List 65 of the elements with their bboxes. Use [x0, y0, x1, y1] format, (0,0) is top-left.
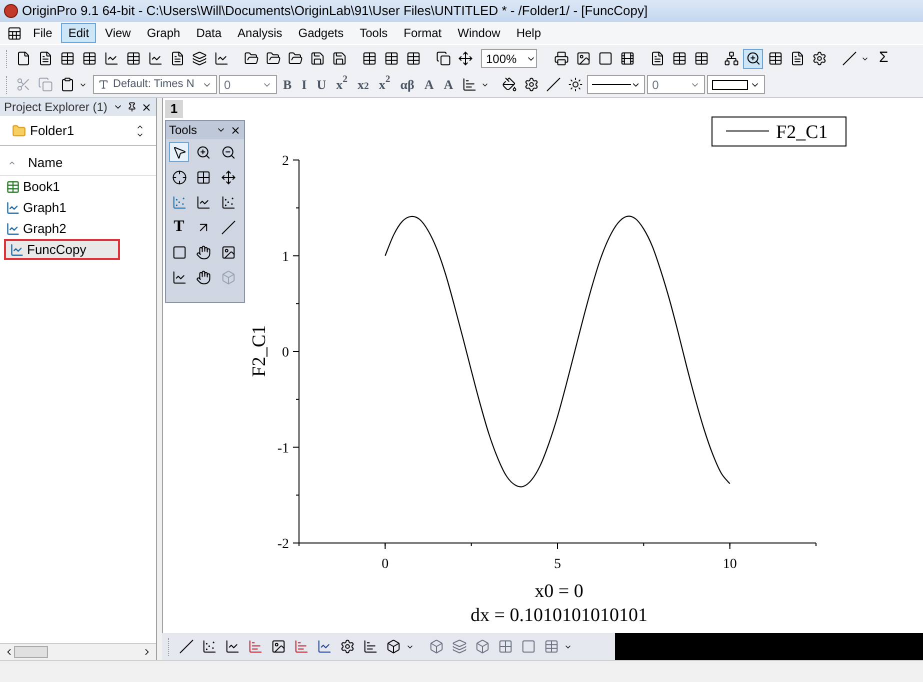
y-tick-label: -2 — [277, 537, 289, 552]
format-button[interactable]: U — [312, 74, 330, 94]
menu-item[interactable]: Graph — [140, 23, 188, 43]
format-button[interactable]: B — [279, 74, 296, 94]
line-width-dropdown[interactable]: 0 — [647, 75, 706, 94]
menu-item[interactable]: Format — [396, 23, 449, 43]
legend-label: F2_C1 — [776, 122, 828, 143]
app-logo-icon — [4, 4, 18, 18]
menu-item[interactable]: Edit — [61, 23, 96, 43]
menu-item[interactable]: Help — [509, 23, 548, 43]
text-tool[interactable]: T — [169, 217, 189, 237]
format-button[interactable]: x$^{2}$ — [332, 74, 352, 94]
pointer-icon[interactable] — [169, 142, 189, 162]
column-header[interactable]: Name — [0, 150, 156, 176]
close-icon[interactable] — [141, 102, 152, 112]
tree-item[interactable]: Folder1 — [30, 120, 74, 140]
project-item[interactable]: Graph1 — [0, 197, 156, 218]
sigma-button[interactable]: Σ — [879, 47, 888, 70]
font-icon — [98, 79, 109, 90]
workbook-icon — [6, 180, 20, 194]
y-tick-label: 1 — [282, 250, 289, 265]
line-style-dropdown[interactable] — [587, 75, 646, 94]
menu-item[interactable]: File — [26, 23, 60, 43]
y-tick-label: -1 — [277, 441, 289, 456]
menu-item[interactable]: Gadgets — [291, 23, 351, 43]
folder-icon — [12, 124, 26, 138]
format-button[interactable]: αβ — [396, 74, 418, 94]
project-item[interactable]: Book1 — [0, 176, 156, 197]
format-button[interactable]: A — [440, 74, 458, 94]
window-title: OriginPro 9.1 64-bit - C:\Users\Will\Documents\OriginLab\91\User Files\UNTITLED * - /Folder1/ - [FuncCopy] — [22, 2, 648, 20]
menu-item[interactable]: Analysis — [230, 23, 290, 43]
close-icon[interactable] — [230, 124, 241, 136]
zoom-icon[interactable] — [743, 48, 763, 68]
pin-icon[interactable] — [127, 102, 137, 112]
project-item[interactable]: Graph2 — [0, 218, 156, 239]
panel-title: Project Explorer (1) — [4, 99, 108, 116]
y-tick-label: 0 — [282, 346, 289, 360]
x-axis-title: dx = 0.1010101010101 — [470, 605, 648, 626]
menu-item[interactable]: Data — [189, 23, 229, 43]
menu-item[interactable]: View — [98, 23, 138, 43]
x-tick-label: 5 — [554, 557, 561, 572]
format-button[interactable]: x$^{2}$ — [374, 74, 394, 94]
y-axis-title: F2_C1 — [249, 325, 270, 377]
legend: F2_C1 — [712, 116, 846, 146]
format-button[interactable]: x$_{2}$ — [354, 74, 373, 94]
menu-item[interactable]: Tools — [352, 23, 395, 43]
horizontal-scrollbar[interactable] — [0, 643, 156, 660]
font-size-dropdown[interactable]: 0 — [219, 75, 277, 94]
graph-icon — [10, 242, 24, 256]
font-dropdown[interactable]: Default: Times N — [93, 75, 217, 94]
x-axis-title: x0 = 0 — [534, 581, 584, 602]
y-tick-label: 2 — [282, 154, 289, 169]
x-tick-label: 10 — [722, 557, 737, 572]
layer-tab[interactable]: 1 — [165, 100, 183, 118]
format-button[interactable]: A — [420, 74, 438, 94]
scrollbar-thumb[interactable] — [14, 646, 48, 658]
graph-icon — [6, 200, 20, 214]
menu-item[interactable]: Window — [450, 23, 508, 43]
palette-title: Tools — [169, 122, 198, 139]
graph-icon — [6, 222, 20, 236]
format-button[interactable]: I — [298, 74, 311, 94]
zoom-dropdown[interactable]: 100% — [481, 49, 537, 68]
fill-dropdown[interactable] — [707, 75, 766, 94]
x-tick-label: 0 — [382, 557, 389, 572]
project-item[interactable]: FuncCopy — [4, 239, 120, 260]
